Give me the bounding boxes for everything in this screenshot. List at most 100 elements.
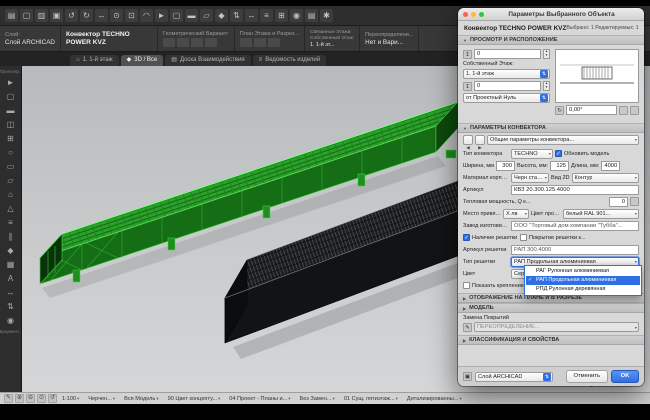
tool-button[interactable]: ▢	[3, 90, 19, 103]
power-unit-button[interactable]	[630, 197, 639, 206]
object-preview[interactable]	[555, 49, 639, 103]
datum-combo[interactable]: от Проектный Нуль	[463, 93, 550, 103]
width-field[interactable]: 300	[496, 161, 515, 171]
tool-button[interactable]: ▭	[3, 160, 19, 173]
layer-value[interactable]: Слой ARCHICAD	[5, 39, 55, 46]
manufacturer-field[interactable]: ООО "Торговый дом компании "Тубба"...	[511, 221, 639, 231]
statusbar-icon[interactable]: ⊙	[37, 394, 46, 403]
offset-bottom-field[interactable]: 0	[474, 81, 541, 91]
toolbar-icon[interactable]: ✱	[320, 9, 333, 22]
tool-button[interactable]: ⌂	[3, 188, 19, 201]
offset-top-field[interactable]: 0	[474, 49, 541, 59]
geometry-icon[interactable]	[177, 38, 189, 47]
plan-icon[interactable]	[254, 38, 266, 47]
toolbar-icon[interactable]: ◉	[290, 9, 303, 22]
grille-article-field[interactable]: РАП 300.4000	[511, 245, 639, 255]
infobox-layer-segment[interactable]: Слой: Слой ARCHICAD	[0, 26, 61, 51]
tool-button[interactable]: ►	[3, 76, 19, 89]
toolbar-icon[interactable]: ▢	[20, 9, 33, 22]
minimize-button[interactable]	[471, 12, 476, 17]
statusbar-icon[interactable]: ⊕	[15, 394, 24, 403]
fastening-checkbox[interactable]	[463, 282, 470, 289]
grille-type-menu-item[interactable]: РПД Рулонная деревянная	[526, 285, 640, 294]
power-field[interactable]: 0	[609, 197, 628, 207]
section-placement[interactable]: ПРОСМОТР И РАСПОЛОЖЕНИЕ	[458, 35, 644, 45]
quick-option[interactable]: Черчен...	[88, 396, 115, 402]
material-combo[interactable]: Черн сталь	[511, 173, 549, 183]
tool-button[interactable]: ▦	[3, 258, 19, 271]
profile-color-combo[interactable]: белый RAL 901...	[563, 209, 639, 219]
infobox-geometry-segment[interactable]: Геометрический Вариант:	[158, 26, 235, 51]
toolbar-icon[interactable]: ▤	[305, 9, 318, 22]
toolbar-icon[interactable]: ▱	[200, 9, 213, 22]
toolbar-icon[interactable]: ►	[155, 9, 168, 22]
grille-checkbox[interactable]	[463, 234, 470, 241]
view-tab[interactable]: ⌂ 1. 1-й этаж	[70, 55, 119, 66]
grille-type-menu-item[interactable]: РАГ Рулонная алюминиевая	[526, 267, 640, 276]
quick-option[interactable]: 1:100	[62, 396, 79, 402]
tool-button[interactable]: ≡	[3, 216, 19, 229]
quick-option[interactable]: 90 Цвет концепту...	[168, 396, 221, 402]
quick-option[interactable]: Детализированны...	[407, 396, 462, 402]
cancel-button[interactable]: Отменить	[566, 370, 609, 383]
ok-button[interactable]: OK	[611, 370, 639, 383]
toolbar-icon[interactable]: ⇅	[230, 9, 243, 22]
preset-combo[interactable]: Общие параметры конвектора...	[487, 135, 639, 145]
quick-option[interactable]: Без Замен...	[300, 396, 335, 402]
toolbar-icon[interactable]: ▥	[35, 9, 48, 22]
plan-icon[interactable]	[240, 38, 252, 47]
toolbar-icon[interactable]: ⊞	[275, 9, 288, 22]
rotation-angle-field[interactable]: 0,00°	[566, 105, 617, 115]
toolbar-icon[interactable]: ↔	[245, 9, 258, 22]
toolbar-icon[interactable]: ≡	[260, 9, 273, 22]
tool-button[interactable]: ◉	[3, 314, 19, 327]
article-field[interactable]: КВЗ 20.300.125.4000	[511, 185, 639, 195]
tool-button[interactable]: ∥	[3, 230, 19, 243]
offset-top-stepper[interactable]	[543, 49, 550, 59]
override-value[interactable]: Нет и Вари...	[365, 39, 413, 46]
toolbar-icon[interactable]: ▢	[170, 9, 183, 22]
toolbar-icon[interactable]: ⊙	[110, 9, 123, 22]
toolbar-icon[interactable]: ▬	[185, 9, 198, 22]
length-field[interactable]: 4000	[601, 161, 620, 171]
toolbar-icon[interactable]: ◠	[140, 9, 153, 22]
home-story-value[interactable]: 1. 1-й эт...	[310, 42, 354, 48]
section-classification[interactable]: КЛАССИФИКАЦИЯ И СВОЙСТВА	[458, 335, 644, 345]
toolbar-icon[interactable]: ↻	[80, 9, 93, 22]
coating-override-combo[interactable]: ПЕРЕОПРЕДЕЛЕНИЕ...	[474, 322, 639, 332]
tool-button[interactable]: ▬	[3, 104, 19, 117]
tool-button[interactable]: ⇅	[3, 300, 19, 313]
tool-button[interactable]: △	[3, 202, 19, 215]
tool-button[interactable]: ▱	[3, 174, 19, 187]
infobox-object-segment[interactable]: Конвектор TECHNO POWER KVZ	[61, 26, 158, 51]
type-combo[interactable]: TECHNO	[511, 149, 553, 159]
tool-button[interactable]: ◫	[3, 118, 19, 131]
dialog-titlebar[interactable]: Параметры Выбранного Объекта	[458, 8, 644, 21]
infobox-plan-segment[interactable]: План Этажа и Разрез...	[235, 26, 305, 51]
quick-option[interactable]: 01 Сущ. пятиэтаж...	[344, 396, 398, 402]
tool-button[interactable]: ⊞	[3, 132, 19, 145]
view-tab[interactable]: ◆ 3D / Все	[121, 55, 164, 66]
toolbar-icon[interactable]: ▤	[5, 9, 18, 22]
toolbar-icon[interactable]: ⊡	[125, 9, 138, 22]
geometry-icon[interactable]	[205, 38, 217, 47]
home-story-combo[interactable]: 1. 1-й этаж	[463, 69, 550, 79]
plan-icon[interactable]	[268, 38, 280, 47]
grille-coating-checkbox[interactable]	[520, 234, 527, 241]
preset-prev-button[interactable]	[463, 135, 473, 145]
toolbar-icon[interactable]: ◆	[215, 9, 228, 22]
close-button[interactable]	[463, 12, 468, 17]
toolbar-icon[interactable]: ↺	[65, 9, 78, 22]
view2d-combo[interactable]: Контур	[572, 173, 639, 183]
offset-bottom-stepper[interactable]	[543, 81, 550, 91]
tool-button[interactable]: ○	[3, 146, 19, 159]
preview-expand-button[interactable]	[630, 106, 639, 115]
view-tab[interactable]: ▤ Доска Взаимодействия	[165, 55, 250, 66]
section-parameters[interactable]: ПАРАМЕТРЫ КОНВЕКТОРА	[458, 123, 644, 133]
statusbar-icon[interactable]: ↺	[48, 394, 57, 403]
preview-mode-button[interactable]	[619, 106, 628, 115]
preset-next-button[interactable]	[475, 135, 485, 145]
view-tab[interactable]: ≡ Ведомость изделий	[253, 55, 326, 66]
anchor-combo[interactable]: Х лв	[503, 209, 529, 219]
layer-combo[interactable]: Слой ARCHICAD	[475, 372, 553, 382]
